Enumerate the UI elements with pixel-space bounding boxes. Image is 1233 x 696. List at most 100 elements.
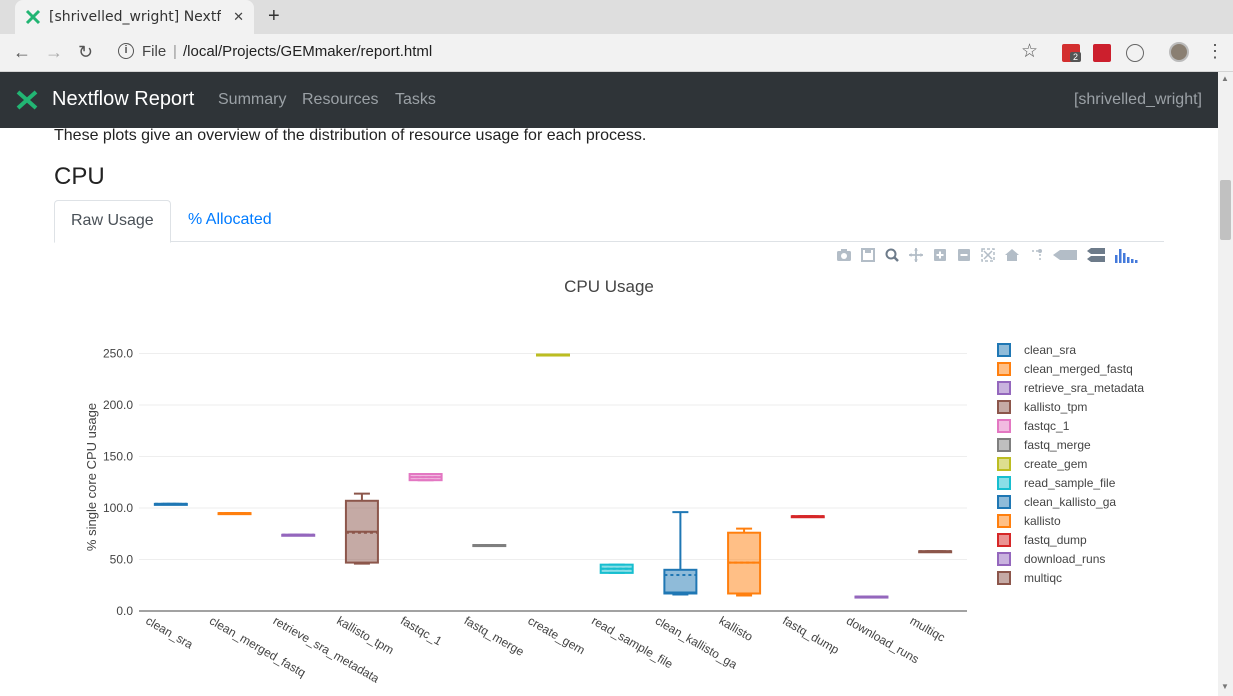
box-kallisto: [727, 527, 762, 597]
legend-swatch: [997, 419, 1011, 433]
autoscale-icon[interactable]: [980, 247, 996, 263]
nextflow-logo-icon: [25, 9, 41, 25]
legend-label: download_runs: [1024, 552, 1105, 566]
x-tick-label: fastqc_1: [398, 613, 445, 648]
bookmark-star-icon[interactable]: ☆: [1021, 40, 1038, 63]
legend-item: retrieve_sra_metadata: [997, 381, 1144, 395]
legend-label: clean_kallisto_ga: [1024, 495, 1116, 509]
legend-label: multiqc: [1024, 571, 1062, 585]
legend-label: fastq_dump: [1024, 533, 1087, 547]
new-tab-button[interactable]: +: [268, 5, 280, 28]
resources-intro-text: These plots give an overview of the dist…: [54, 127, 647, 144]
menu-dots-icon[interactable]: ⋮: [1206, 41, 1224, 62]
box-iqr: [663, 568, 698, 595]
x-tick-label: clean_sra: [143, 613, 195, 651]
tab-raw-usage[interactable]: Raw Usage: [54, 200, 171, 243]
brand-title[interactable]: Nextflow Report: [52, 88, 194, 111]
browser-toolbar: ← → ↻ i File | /local/Projects/GEMmaker/…: [0, 34, 1233, 72]
plotly-logo-icon[interactable]: [1114, 247, 1140, 263]
x-tick-label: retrieve_sra_metadata: [271, 613, 382, 685]
legend-label: clean_merged_fastq: [1024, 362, 1133, 376]
extension-badge: 2: [1070, 52, 1082, 62]
legend-swatch: [997, 495, 1011, 509]
page-scrollbar[interactable]: ▲ ▼: [1218, 72, 1233, 696]
run-name: [shrivelled_wright]: [1073, 91, 1202, 108]
legend-item: fastqc_1: [997, 419, 1070, 433]
legend-item: create_gem: [997, 457, 1087, 471]
y-tick-label: 0.0: [116, 604, 133, 618]
spike-lines-icon[interactable]: [1028, 247, 1044, 263]
y-axis-label: % single core CPU usage: [84, 403, 99, 551]
box-create_gem: [536, 353, 570, 357]
hover-compare-icon[interactable]: [1086, 247, 1106, 263]
address-bar[interactable]: /local/Projects/GEMmaker/report.html: [183, 43, 432, 60]
close-tab-icon[interactable]: ✕: [233, 9, 244, 25]
home-icon[interactable]: [1004, 247, 1020, 263]
reload-icon[interactable]: ↻: [78, 42, 93, 63]
legend-label: create_gem: [1024, 457, 1087, 471]
box-download_runs: [854, 595, 889, 599]
legend-swatch: [997, 571, 1011, 585]
legend-item: fastq_dump: [997, 533, 1087, 547]
legend-item: clean_sra: [997, 343, 1076, 357]
save-icon[interactable]: [860, 247, 876, 263]
x-tick-label: multiqc: [908, 613, 948, 644]
legend-label: kallisto_tpm: [1024, 400, 1087, 414]
legend-swatch: [997, 476, 1011, 490]
tab-title: [shrivelled_wright] Nextflow Report: [49, 9, 221, 25]
x-tick-label: create_gem: [526, 613, 588, 657]
x-tick-label: fastq_merge: [462, 613, 527, 659]
scroll-thumb[interactable]: [1220, 180, 1231, 240]
legend-swatch: [997, 343, 1011, 357]
legend-label: retrieve_sra_metadata: [1024, 381, 1144, 395]
mendeley-extension-icon[interactable]: [1093, 44, 1111, 62]
zoom-out-icon[interactable]: [956, 247, 972, 263]
nextflow-logo-icon[interactable]: [16, 90, 38, 110]
tab-percent-allocated[interactable]: % Allocated: [172, 200, 288, 242]
hover-closest-icon[interactable]: [1052, 247, 1078, 263]
box-fastq_merge: [472, 544, 507, 548]
legend-label: read_sample_file: [1024, 476, 1116, 490]
url-separator: |: [173, 43, 177, 60]
box-fastq_dump: [790, 515, 825, 519]
legend-swatch: [997, 381, 1011, 395]
nav-link-resources[interactable]: Resources: [302, 91, 378, 109]
pan-icon[interactable]: [908, 247, 924, 263]
nav-link-tasks[interactable]: Tasks: [395, 91, 436, 109]
avatar[interactable]: [1169, 42, 1189, 62]
legend-item: clean_merged_fastq: [997, 362, 1133, 376]
legend-swatch: [997, 438, 1011, 452]
legend-swatch: [997, 533, 1011, 547]
box-clean_sra: [153, 502, 188, 506]
legend-label: fastq_merge: [1024, 438, 1091, 452]
y-tick-label: 200.0: [103, 398, 133, 412]
back-arrow-icon[interactable]: ←: [13, 42, 31, 63]
forward-arrow-icon[interactable]: →: [45, 42, 63, 63]
legend-item: download_runs: [997, 552, 1105, 566]
browser-tab[interactable]: [shrivelled_wright] Nextflow Report ✕: [15, 0, 254, 34]
camera-icon[interactable]: [836, 247, 852, 263]
legend-label: clean_sra: [1024, 343, 1076, 357]
y-tick-label: 100.0: [103, 501, 133, 515]
legend-label: kallisto: [1024, 514, 1061, 528]
y-tick-label: 50.0: [110, 553, 134, 567]
report-navbar: Nextflow Report Summary Resources Tasks …: [0, 72, 1218, 128]
section-title-cpu: CPU: [54, 163, 105, 190]
info-icon[interactable]: i: [118, 43, 134, 59]
legend-swatch: [997, 362, 1011, 376]
scroll-up-icon[interactable]: ▲: [1221, 74, 1229, 83]
extension-circle-icon[interactable]: [1126, 44, 1144, 62]
x-tick-label: fastq_dump: [780, 613, 842, 657]
zoom-icon[interactable]: [884, 247, 900, 263]
scroll-down-icon[interactable]: ▼: [1221, 682, 1229, 691]
y-tick-label: 150.0: [103, 450, 133, 464]
plot-modebar: [836, 247, 1140, 265]
legend-label: fastqc_1: [1024, 419, 1070, 433]
box-fastqc_1: [408, 473, 443, 482]
legend-item: kallisto_tpm: [997, 400, 1087, 414]
zoom-in-icon[interactable]: [932, 247, 948, 263]
nav-link-summary[interactable]: Summary: [218, 91, 286, 109]
chart-title: CPU Usage: [564, 277, 654, 296]
box-read_sample_file: [599, 563, 634, 574]
legend-swatch: [997, 552, 1011, 566]
